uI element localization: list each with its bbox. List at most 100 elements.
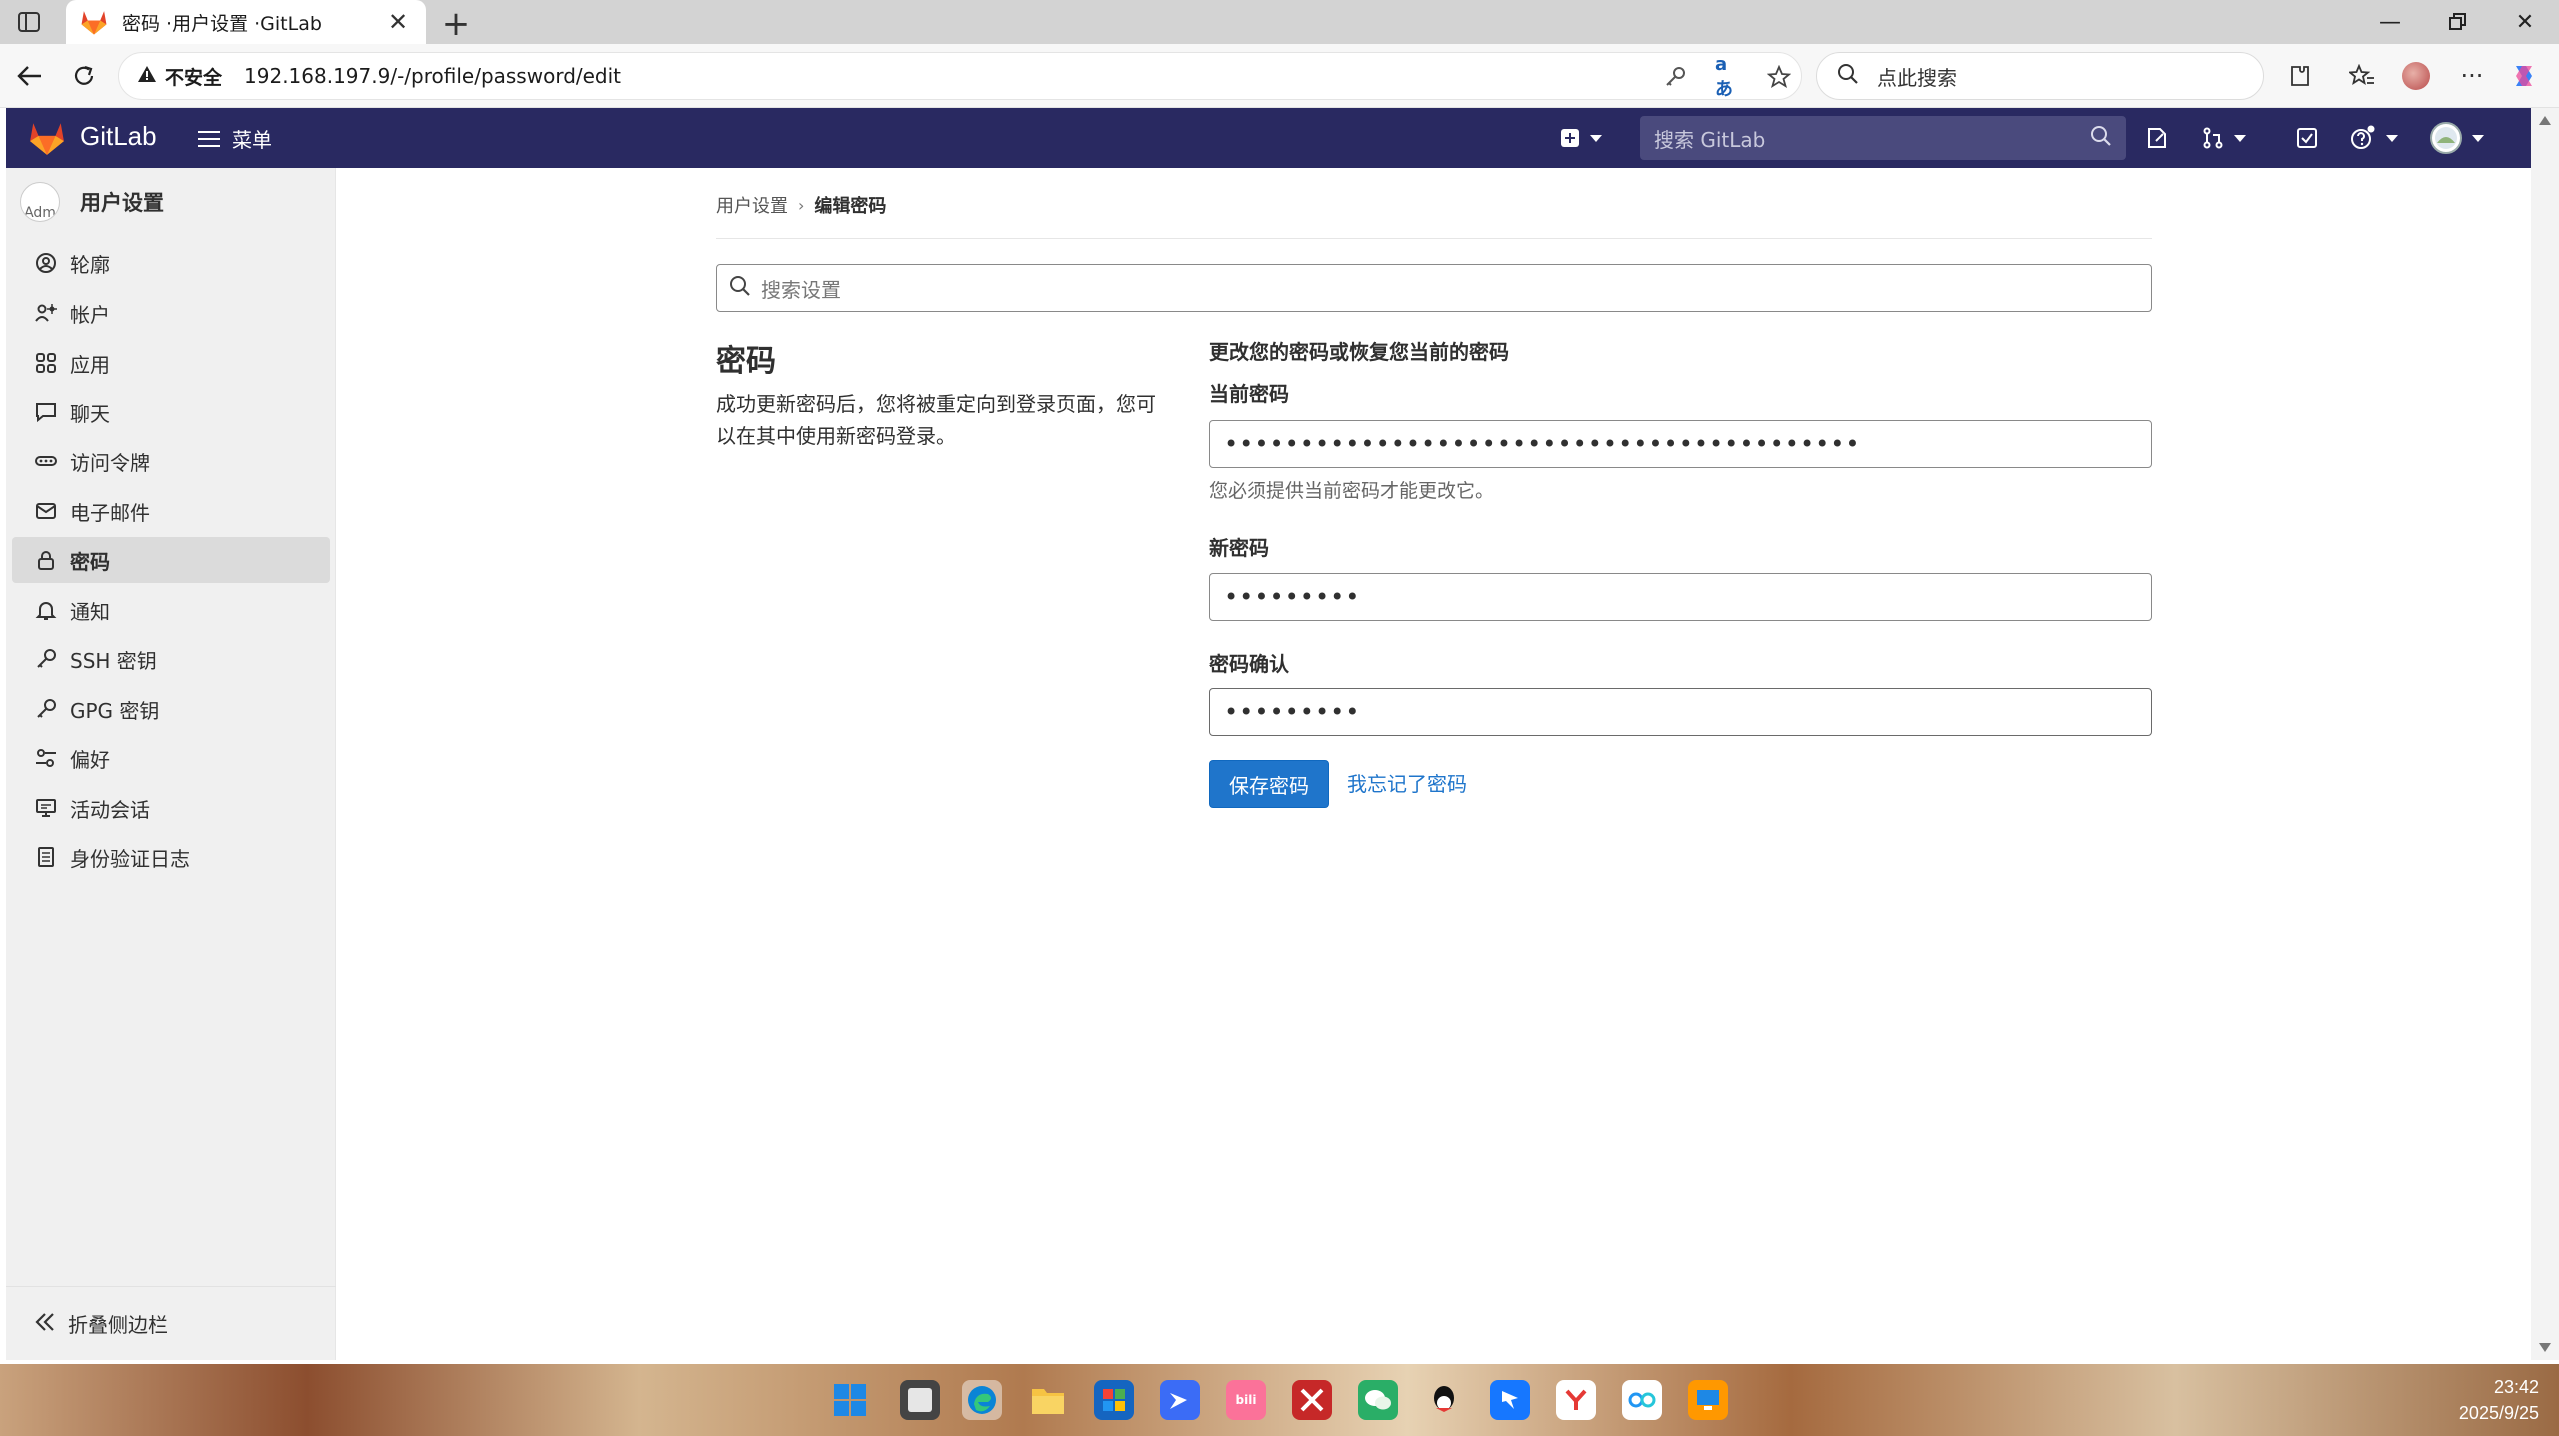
breadcrumb-parent[interactable]: 用户设置 [716,192,788,218]
gitlab-brand[interactable]: GitLab [80,121,157,152]
minimize-icon[interactable]: — [2356,0,2424,44]
warning-icon[interactable] [137,65,157,87]
back-arrow-icon[interactable] [12,58,48,94]
browser-tab-active[interactable]: 密码 ·用户设置 ·GitLab ✕ [66,0,426,44]
insecure-label[interactable]: 不安全 [165,63,222,90]
tab-actions-icon[interactable] [14,8,44,36]
breadcrumb: 用户设置 › 编辑密码 [716,192,886,218]
sidebar-item-label: 访问令牌 [70,450,150,475]
chat-icon [34,400,58,424]
clock-time: 23:42 [2493,1377,2539,1397]
key-icon [34,697,58,721]
sidebar-item-access-tokens[interactable]: 访问令牌 [12,438,330,484]
browser-search-box[interactable]: 点此搜索 [1816,52,2264,100]
system-clock[interactable]: 23:42 2025/9/25 [2459,1374,2539,1426]
address-bar[interactable]: 不安全 192.168.197.9/-/profile/password/edi… [118,52,1802,100]
new-tab-button[interactable]: + [438,4,474,44]
token-icon [34,449,58,473]
sidebar-item-label: 身份验证日志 [70,846,190,871]
help-button[interactable] [2350,122,2398,154]
reload-icon[interactable] [66,58,102,94]
password-confirmation-field[interactable]: ••••••••• [1209,688,2152,736]
favorite-star-icon[interactable] [1767,65,1791,89]
vertical-scrollbar[interactable] [2531,108,2559,1360]
password-key-icon[interactable] [1663,65,1687,89]
chevron-down-icon [1590,134,1602,142]
sidebar-item-password[interactable]: 密码 [12,537,330,583]
windows-start-icon[interactable] [830,1380,870,1420]
youdao-icon[interactable] [1556,1380,1596,1420]
hamburger-icon [198,130,220,147]
close-window-icon[interactable]: ✕ [2491,0,2559,44]
sidebar-header[interactable]: Adm 用户设置 [20,182,164,222]
collapse-sidebar-button[interactable]: 折叠侧边栏 [6,1286,336,1360]
new-password-field[interactable]: ••••••••• [1209,573,2152,621]
feishu-icon[interactable] [1160,1380,1200,1420]
avatar: Adm [20,182,60,222]
sidebar-item-label: 密码 [70,549,110,574]
restore-icon[interactable] [2424,0,2492,44]
chevron-down-icon [2386,134,2398,142]
file-explorer-icon[interactable] [1028,1380,1068,1420]
dingtalk-icon[interactable] [1490,1380,1530,1420]
breadcrumb-current[interactable]: 编辑密码 [814,192,886,218]
store-icon[interactable] [1094,1380,1134,1420]
translate-icon[interactable]: aあ [1715,54,1739,100]
sidebar-item-applications[interactable]: 应用 [12,340,330,386]
settings-sidebar: Adm 用户设置 轮廓 帐户 应用 聊天 访问令牌 电子邮件 密码 通知 SSH… [6,168,336,1360]
chevron-down-icon [2234,134,2246,142]
wechat-icon[interactable] [1358,1380,1398,1420]
scroll-up-icon[interactable] [2539,116,2551,125]
browser-search-placeholder: 点此搜索 [1877,65,1957,90]
sidebar-item-auth-log[interactable]: 身份验证日志 [12,834,330,880]
sidebar-item-label: 应用 [70,352,110,377]
create-new-button[interactable] [1560,122,1602,154]
remote-desktop-icon[interactable] [1688,1380,1728,1420]
form-heading: 更改您的密码或恢复您当前的密码 [1209,340,1509,364]
settings-search-input[interactable]: 搜索设置 [716,264,2152,312]
section-description: 成功更新密码后，您将被重定向到登录页面，您可以在其中使用新密码登录。 [716,392,1156,448]
sidebar-item-chat[interactable]: 聊天 [12,389,330,435]
chevron-down-icon [2472,134,2484,142]
forgot-password-link[interactable]: 我忘记了密码 [1347,768,1467,797]
sessions-icon [34,796,58,820]
favorites-icon[interactable] [2346,60,2378,92]
task-view-icon[interactable] [900,1380,940,1420]
todos-icon[interactable] [2296,122,2318,154]
url-text[interactable]: 192.168.197.9/-/profile/password/edit [244,64,621,88]
lock-icon [34,548,58,572]
sidebar-item-gpg-keys[interactable]: GPG 密钥 [12,686,330,732]
gitlab-search-input[interactable]: 搜索 GitLab [1640,116,2126,160]
sidebar-title: 用户设置 [80,191,164,215]
copilot-icon[interactable] [2508,60,2540,92]
menu-label: 菜单 [232,128,272,152]
user-menu-button[interactable] [2430,122,2484,154]
extensions-icon[interactable] [2284,60,2316,92]
sidebar-item-notifications[interactable]: 通知 [12,587,330,633]
menu-button[interactable]: 菜单 [198,124,272,153]
current-password-field[interactable]: ••••••••••••••••••••••••••••••••••••••••… [1209,420,2152,468]
edge-browser-icon[interactable] [962,1380,1002,1420]
sidebar-item-label: 电子邮件 [70,500,150,525]
profile-avatar-icon[interactable] [2400,60,2432,92]
merge-requests-button[interactable] [2202,122,2246,154]
app-icon[interactable] [1292,1380,1332,1420]
scroll-down-icon[interactable] [2539,1343,2551,1352]
save-password-button[interactable]: 保存密码 [1209,760,1329,808]
sidebar-item-label: 通知 [70,599,110,624]
sidebar-item-ssh-keys[interactable]: SSH 密钥 [12,636,330,682]
tab-close-icon[interactable]: ✕ [384,8,412,36]
more-options-icon[interactable]: ··· [2456,60,2488,92]
sidebar-item-account[interactable]: 帐户 [12,290,330,336]
sidebar-item-email[interactable]: 电子邮件 [12,488,330,534]
sidebar-item-active-sessions[interactable]: 活动会话 [12,785,330,831]
sidebar-item-profile[interactable]: 轮廓 [12,240,330,286]
collapse-sidebar-label: 折叠侧边栏 [68,1313,168,1337]
qq-icon[interactable] [1424,1380,1464,1420]
baidu-netdisk-icon[interactable] [1622,1380,1662,1420]
bilibili-icon[interactable]: bili [1226,1380,1266,1420]
issues-icon[interactable] [2146,122,2168,154]
gitlab-logo-icon[interactable] [28,120,66,156]
sidebar-item-preferences[interactable]: 偏好 [12,735,330,781]
new-password-label: 新密码 [1209,536,1269,560]
